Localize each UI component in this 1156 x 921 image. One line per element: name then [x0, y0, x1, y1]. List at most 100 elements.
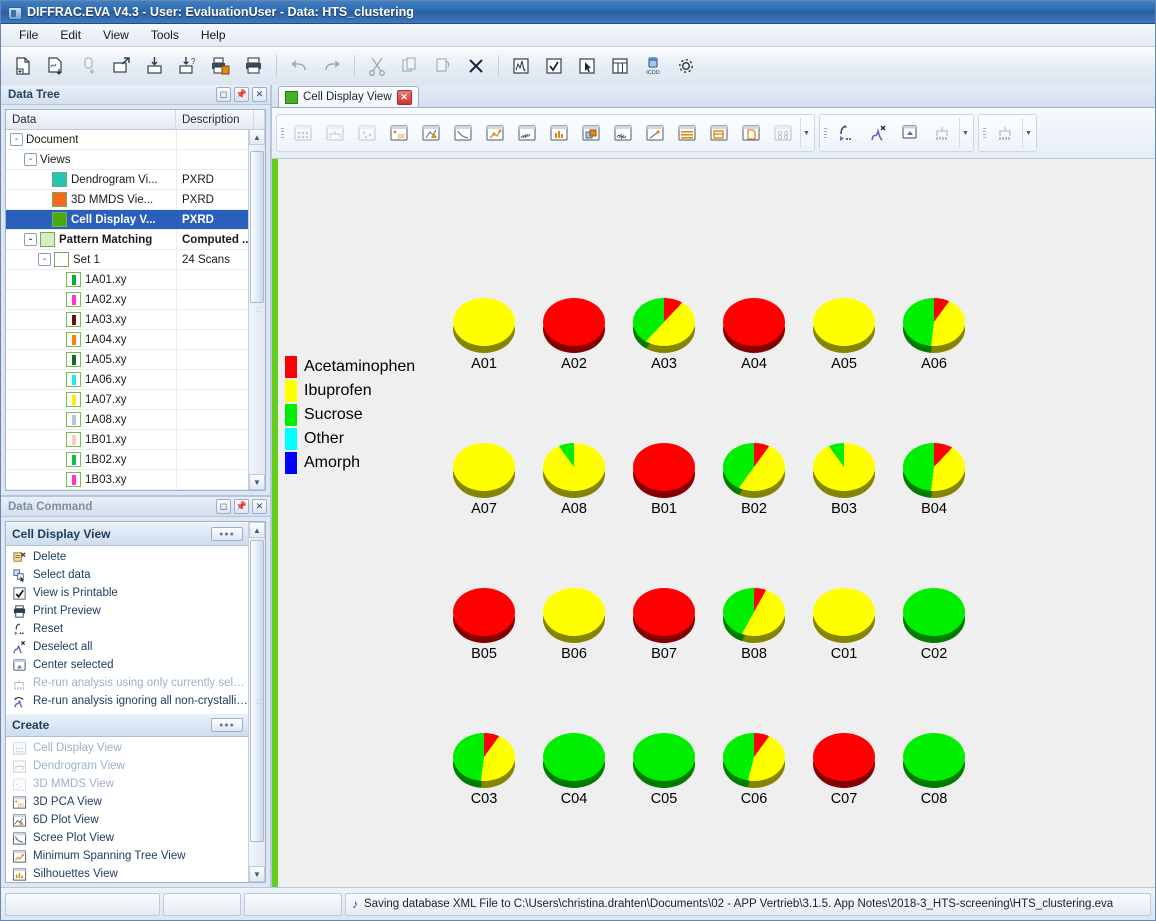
pie-chart[interactable]	[813, 733, 875, 781]
pattern-select-icon[interactable]	[505, 50, 537, 82]
stack-view-icon[interactable]	[608, 118, 638, 148]
pointer-window-icon[interactable]	[571, 50, 603, 82]
data-command-pin-button[interactable]: 📌	[234, 499, 249, 514]
pie-cell[interactable]: B08	[723, 588, 785, 636]
import-scan-icon[interactable]	[40, 50, 72, 82]
tree-row[interactable]: 1B02.xy	[6, 450, 265, 470]
pie-cell[interactable]: B03	[813, 443, 875, 491]
delete-icon[interactable]	[460, 50, 492, 82]
pie-chart[interactable]	[723, 443, 785, 491]
scroll-thumb[interactable]	[250, 151, 264, 303]
command-item[interactable]: pc3D PCA View	[6, 793, 249, 811]
command-item[interactable]: Delete	[6, 548, 249, 566]
actions-overflow-button[interactable]: ▼	[959, 118, 971, 148]
print-icon[interactable]	[238, 50, 270, 82]
pie-cell[interactable]: B05	[453, 588, 515, 636]
tree-row[interactable]: 1B01.xy	[6, 430, 265, 450]
pie-chart[interactable]	[633, 298, 695, 346]
scree-plot-view-icon[interactable]	[448, 118, 478, 148]
scroll-up-arrow[interactable]: ▲	[249, 522, 265, 538]
pie-cell[interactable]: A05	[813, 298, 875, 346]
tree-row[interactable]: 1A05.xy	[6, 350, 265, 370]
tree-expander[interactable]: -	[38, 253, 51, 266]
pie-cell[interactable]: A08	[543, 443, 605, 491]
menu-tools[interactable]: Tools	[141, 25, 189, 45]
pie-cell[interactable]: B04	[903, 443, 965, 491]
command-item[interactable]: Silhouettes View	[6, 865, 249, 882]
command-group-header[interactable]: Create●●●	[6, 713, 249, 737]
pie-chart[interactable]	[543, 298, 605, 346]
pie-cell[interactable]: C04	[543, 733, 605, 781]
tree-row[interactable]: 1A06.xy	[6, 370, 265, 390]
rerun-analysis-icon[interactable]	[927, 118, 957, 148]
data-command-restore-button[interactable]: ◻	[216, 499, 231, 514]
tree-row[interactable]: 1A01.xy	[6, 270, 265, 290]
pie-cell[interactable]: C07	[813, 733, 875, 781]
cluster-overflow-button[interactable]: ▼	[1022, 118, 1034, 148]
multiplot-view-icon[interactable]	[512, 118, 542, 148]
command-item[interactable]: View is Printable	[6, 584, 249, 602]
center-selected-icon[interactable]	[895, 118, 925, 148]
menu-help[interactable]: Help	[191, 25, 236, 45]
column-header-data[interactable]: Data	[6, 110, 176, 129]
data-command-scrollbar[interactable]: ▲ ▼ ::	[248, 522, 265, 882]
pie-cell[interactable]: B02	[723, 443, 785, 491]
data-tree-close-button[interactable]: ✕	[252, 87, 267, 102]
command-item[interactable]: Deselect all	[6, 638, 249, 656]
tree-row[interactable]: 3D MMDS Vie...PXRD	[6, 190, 265, 210]
data-tree-pin-button[interactable]: 📌	[234, 87, 249, 102]
icdd-database-icon[interactable]: ICDD	[637, 50, 669, 82]
pie-cell[interactable]: A02	[543, 298, 605, 346]
tree-expander[interactable]: -	[24, 233, 37, 246]
settings-gear-icon[interactable]	[670, 50, 702, 82]
scroll-down-arrow[interactable]: ▼	[249, 866, 265, 882]
data-command-close-button[interactable]: ✕	[252, 499, 267, 514]
pie-cell[interactable]: C08	[903, 733, 965, 781]
new-document-icon[interactable]	[7, 50, 39, 82]
pie-cell[interactable]: C03	[453, 733, 515, 781]
scroll-down-arrow[interactable]: ▼	[249, 474, 265, 490]
deselect-all-icon[interactable]	[863, 118, 893, 148]
pie-chart[interactable]	[543, 443, 605, 491]
cell-display-view-icon[interactable]	[288, 118, 318, 148]
pie-chart[interactable]	[453, 443, 515, 491]
pca-view-icon[interactable]: pc	[384, 118, 414, 148]
cluster-tree-icon[interactable]	[990, 118, 1020, 148]
toolbar-grip[interactable]	[279, 119, 286, 147]
pie-cell[interactable]: C02	[903, 588, 965, 636]
circles-view-icon[interactable]	[768, 118, 798, 148]
pie-chart[interactable]	[453, 733, 515, 781]
table-view-icon[interactable]	[672, 118, 702, 148]
command-item[interactable]: Print Preview	[6, 602, 249, 620]
pie-chart[interactable]	[723, 733, 785, 781]
pie-chart[interactable]	[903, 443, 965, 491]
command-item[interactable]: Re-run analysis ignoring all non-crystal…	[6, 692, 249, 710]
table-view-icon[interactable]	[604, 50, 636, 82]
print-report-icon[interactable]	[205, 50, 237, 82]
pie-chart[interactable]	[723, 298, 785, 346]
menu-file[interactable]: File	[9, 25, 48, 45]
command-item[interactable]: Select data	[6, 566, 249, 584]
pie-cell[interactable]: C06	[723, 733, 785, 781]
plot-6d-view-icon[interactable]	[416, 118, 446, 148]
toolbar-grip[interactable]	[822, 119, 829, 147]
toolbar-grip[interactable]	[981, 119, 988, 147]
tab-close-icon[interactable]: ✕	[397, 90, 412, 105]
pie-cell[interactable]: C01	[813, 588, 875, 636]
pie-cell[interactable]: B07	[633, 588, 695, 636]
command-group-menu-button[interactable]: ●●●	[211, 527, 243, 541]
pie-cell[interactable]: A04	[723, 298, 785, 346]
tab-cell-display-view[interactable]: Cell Display View ✕	[278, 86, 419, 107]
command-group-header[interactable]: Cell Display View●●●	[6, 522, 249, 546]
checkbox-list-icon[interactable]	[538, 50, 570, 82]
document-view-icon[interactable]	[736, 118, 766, 148]
scatter-view-icon[interactable]	[640, 118, 670, 148]
reset-icon[interactable]	[831, 118, 861, 148]
pie-cell[interactable]: A06	[903, 298, 965, 346]
pie-chart[interactable]	[813, 298, 875, 346]
pie-chart[interactable]	[723, 588, 785, 636]
cell-display-canvas[interactable]: AcetaminophenIbuprofenSucroseOtherAmorph…	[272, 159, 1155, 887]
pie-cell[interactable]: A01	[453, 298, 515, 346]
pie-cell[interactable]: B01	[633, 443, 695, 491]
tree-expander[interactable]: -	[24, 153, 37, 166]
